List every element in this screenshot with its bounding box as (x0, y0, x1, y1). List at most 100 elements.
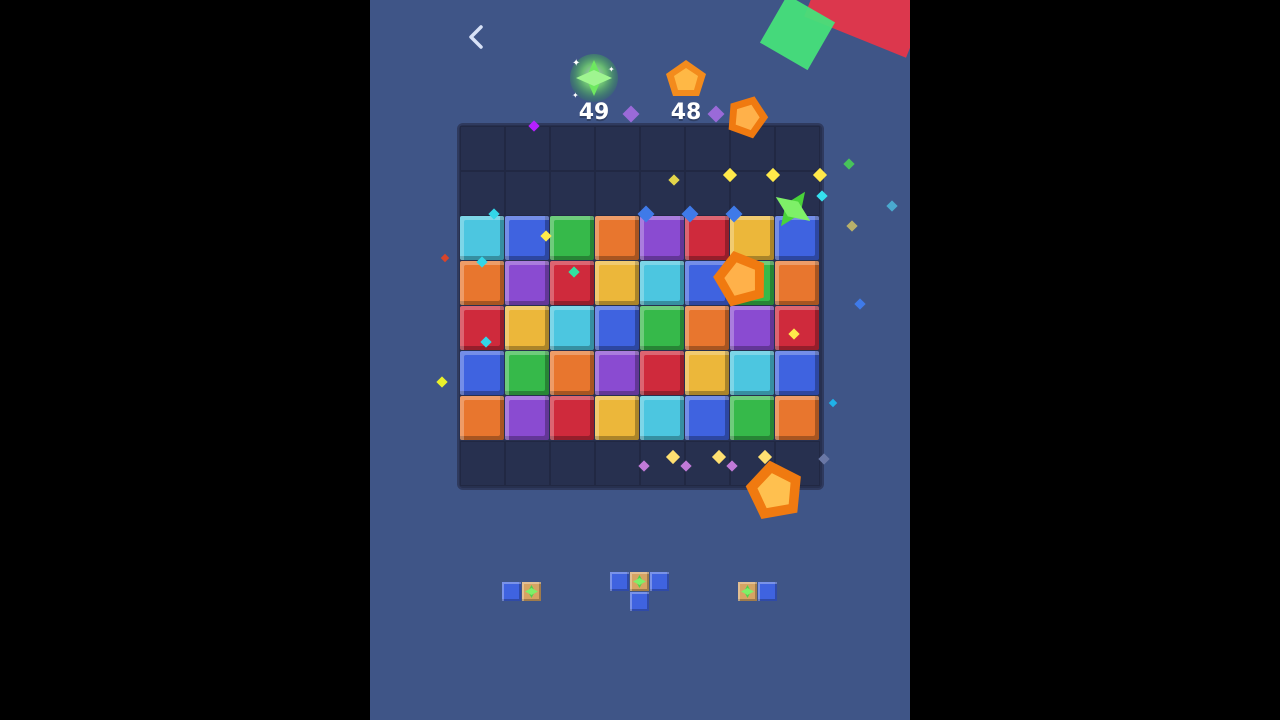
block-green (730, 396, 774, 440)
block-blue (630, 592, 649, 611)
green-gem-icon (633, 575, 646, 588)
board-cell[interactable] (550, 351, 595, 396)
board-cell[interactable] (595, 351, 640, 396)
block-orange (775, 396, 819, 440)
sparkle-particle (843, 158, 855, 170)
board-cell[interactable] (730, 351, 775, 396)
board-cell[interactable] (550, 171, 595, 216)
board-cell[interactable] (595, 171, 640, 216)
board-cell[interactable] (460, 261, 505, 306)
green-gem-icon (525, 585, 538, 598)
game-screen: ✦ ✦ ✦ 49 48 (370, 0, 910, 720)
board-cell[interactable] (550, 306, 595, 351)
block-red (775, 306, 819, 350)
board-cell[interactable] (460, 351, 505, 396)
flying-orange-gem-icon (713, 250, 765, 307)
back-button[interactable] (462, 22, 492, 52)
board-cell[interactable] (460, 171, 505, 216)
block-blue (775, 351, 819, 395)
block-blue (595, 306, 639, 350)
block-red (550, 396, 594, 440)
board-cell[interactable] (775, 261, 820, 306)
board-cell[interactable] (685, 351, 730, 396)
board-cell[interactable] (595, 306, 640, 351)
sparkle-particle (846, 220, 858, 232)
block-blue (650, 572, 669, 591)
gem-block (522, 582, 541, 601)
board-cell[interactable] (640, 306, 685, 351)
sparkle-particle (436, 376, 448, 388)
block-purple (640, 216, 684, 260)
board-cell[interactable] (505, 171, 550, 216)
block-red (640, 351, 684, 395)
block-purple (595, 351, 639, 395)
board-cell[interactable] (640, 261, 685, 306)
block-yellow (595, 396, 639, 440)
board-cell[interactable] (550, 216, 595, 261)
svg-text:✦: ✦ (572, 91, 579, 100)
block-purple (730, 306, 774, 350)
block-blue (610, 572, 629, 591)
board-cell[interactable] (595, 126, 640, 171)
block-blue (758, 582, 777, 601)
flying-orange-gem-icon (745, 460, 801, 519)
block-orange (775, 261, 819, 305)
green-gem-icon: ✦ ✦ ✦ (570, 54, 618, 102)
block-orange (550, 351, 594, 395)
svg-text:✦: ✦ (572, 58, 580, 69)
board-cell[interactable] (685, 441, 730, 486)
board-cell[interactable] (550, 126, 595, 171)
board-cell[interactable] (505, 261, 550, 306)
block-blue (460, 351, 504, 395)
board-cell[interactable] (640, 396, 685, 441)
block-cyan (640, 261, 684, 305)
board-cell[interactable] (685, 306, 730, 351)
sparkle-particle (854, 298, 866, 310)
board-cell[interactable] (595, 396, 640, 441)
green-gem-count: 49 (578, 100, 610, 125)
board-cell[interactable] (640, 216, 685, 261)
board-cell[interactable] (505, 126, 550, 171)
sparkle-particle (622, 105, 640, 123)
block-yellow (505, 306, 549, 350)
block-green (640, 306, 684, 350)
board-cell[interactable] (775, 306, 820, 351)
sparkle-particle (440, 253, 450, 263)
block-green (550, 216, 594, 260)
board-cell[interactable] (640, 351, 685, 396)
board-cell[interactable] (775, 126, 820, 171)
board-cell[interactable] (595, 261, 640, 306)
board-cell[interactable] (730, 306, 775, 351)
board-cell[interactable] (505, 441, 550, 486)
board-cell[interactable] (505, 396, 550, 441)
board-cell[interactable] (550, 396, 595, 441)
board-cell[interactable] (460, 216, 505, 261)
board-cell[interactable] (505, 351, 550, 396)
block-cyan (730, 351, 774, 395)
board-cell[interactable] (460, 126, 505, 171)
board-cell[interactable] (730, 396, 775, 441)
block-orange (595, 216, 639, 260)
gem-block (738, 582, 757, 601)
sparkle-particle (828, 398, 838, 408)
block-green (505, 351, 549, 395)
block-yellow (595, 261, 639, 305)
board-cell[interactable] (550, 441, 595, 486)
block-blue (685, 396, 729, 440)
sparkle-particle (886, 200, 898, 212)
board-cell[interactable] (775, 396, 820, 441)
block-cyan (640, 396, 684, 440)
block-blue (502, 582, 521, 601)
board-cell[interactable] (460, 441, 505, 486)
gem-block (630, 572, 649, 591)
board-cell[interactable] (640, 126, 685, 171)
block-yellow (685, 351, 729, 395)
board-cell[interactable] (595, 216, 640, 261)
board-cell[interactable] (505, 306, 550, 351)
board-cell[interactable] (460, 396, 505, 441)
orange-gem-count: 48 (670, 100, 702, 125)
board-cell[interactable] (685, 396, 730, 441)
board-cell[interactable] (595, 441, 640, 486)
flying-orange-gem-icon (728, 96, 769, 139)
board-cell[interactable] (775, 351, 820, 396)
